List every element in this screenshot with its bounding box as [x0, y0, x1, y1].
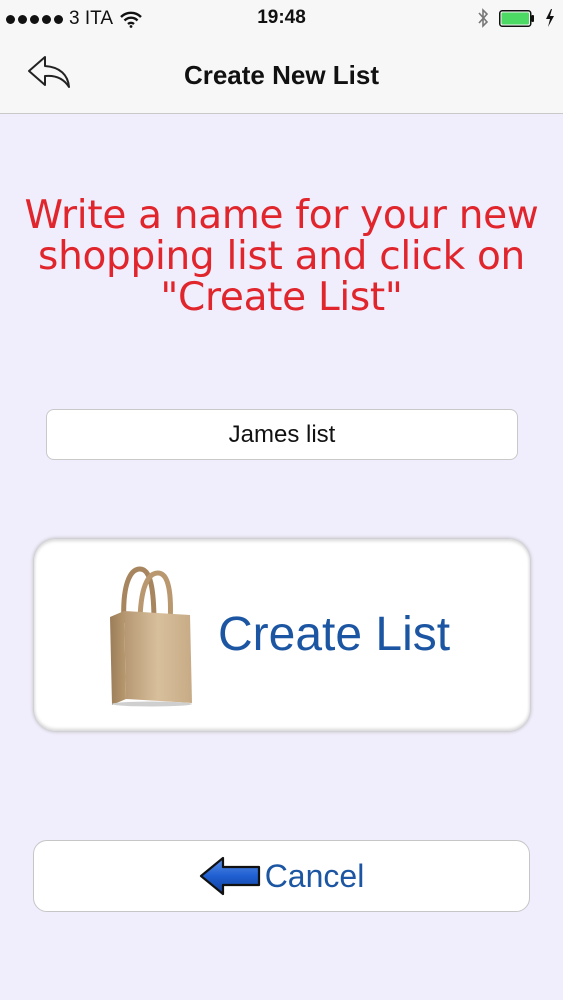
cancel-label: Cancel	[264, 857, 365, 894]
status-bar: 3 ITA 19:48	[0, 0, 563, 36]
page-title: Create New List	[183, 60, 380, 90]
battery-icon	[499, 9, 535, 27]
cancel-button[interactable]: Cancel	[33, 840, 530, 912]
instruction-text: Write a name for your new shopping list …	[24, 193, 539, 320]
shopping-bag-icon	[104, 565, 196, 707]
list-name-input[interactable]	[46, 409, 518, 460]
bluetooth-icon	[477, 8, 489, 28]
status-right	[477, 8, 555, 28]
left-arrow-icon	[199, 856, 261, 896]
navigation-bar: Create New List	[0, 36, 563, 114]
create-list-button[interactable]: Create List	[34, 539, 530, 731]
charging-bolt-icon	[545, 9, 555, 27]
create-list-label: Create List	[218, 608, 451, 661]
